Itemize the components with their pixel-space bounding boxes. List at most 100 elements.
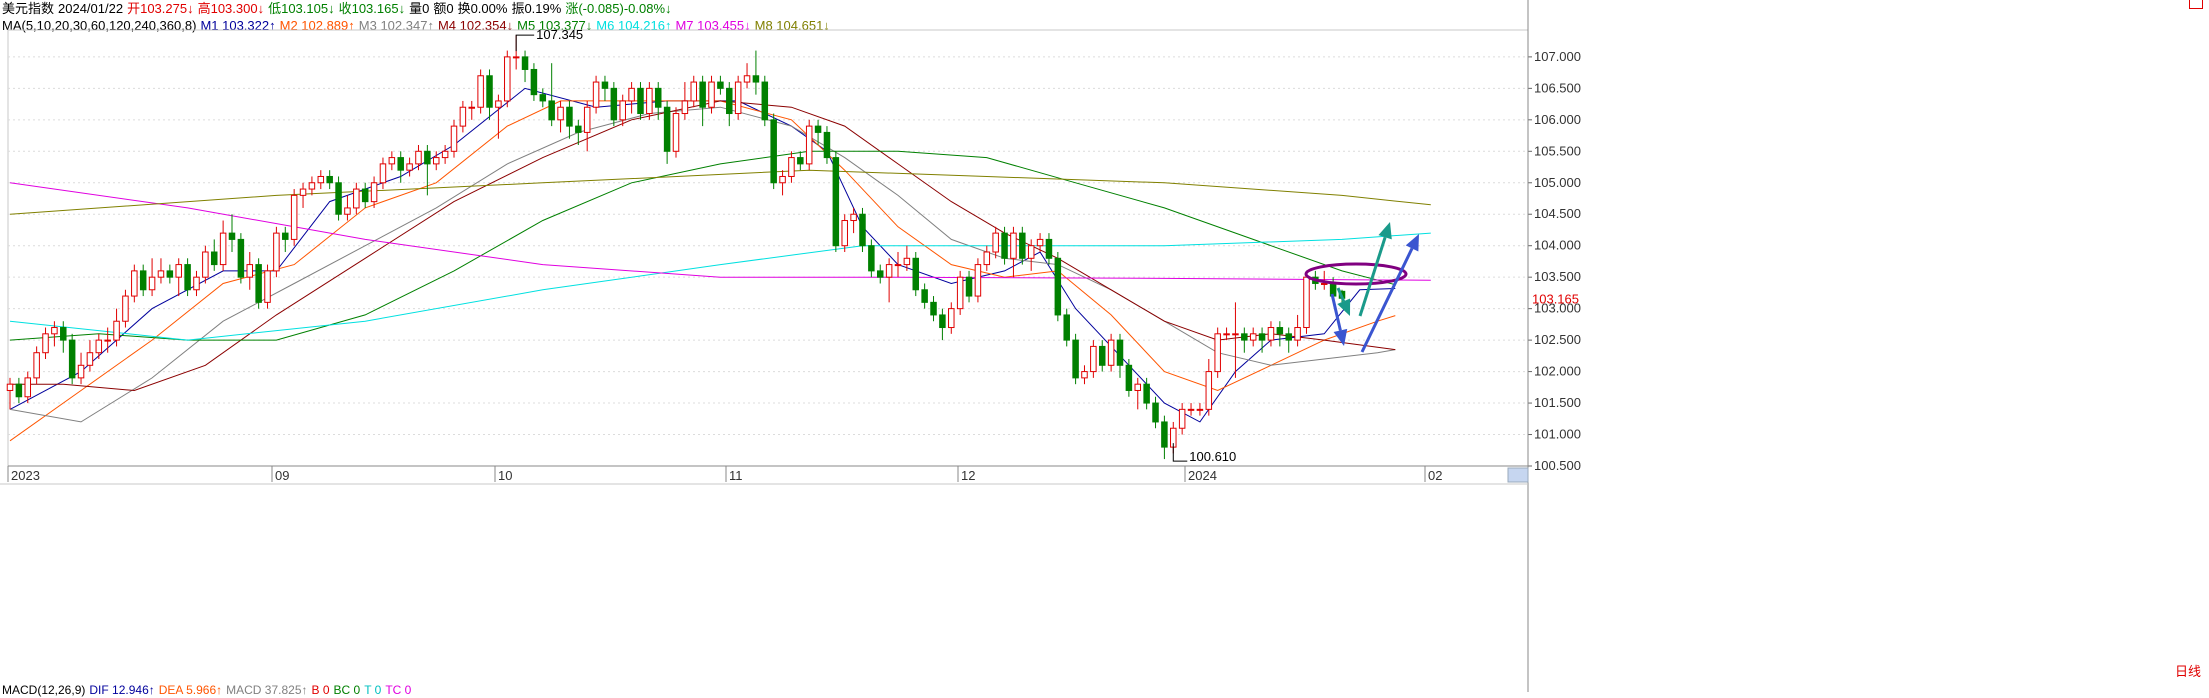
candle-body-up bbox=[264, 270, 271, 303]
candle bbox=[202, 245, 209, 284]
candle bbox=[663, 100, 671, 164]
candle-body-up bbox=[24, 377, 32, 398]
candle-body-down bbox=[326, 175, 333, 184]
candle bbox=[15, 377, 23, 404]
candle-body-down bbox=[1019, 232, 1026, 259]
ma-line-M5 bbox=[9, 150, 1396, 341]
candle-body-up bbox=[743, 75, 751, 83]
candle-body-down bbox=[832, 157, 840, 247]
candle-body-down bbox=[60, 327, 67, 341]
candle-body-down bbox=[1258, 333, 1266, 341]
candle-body-up bbox=[805, 125, 813, 165]
macd-tc: TC 0 bbox=[385, 683, 412, 697]
candle bbox=[1294, 314, 1301, 347]
candle-body-up bbox=[113, 320, 120, 341]
candle-body-down bbox=[1001, 232, 1008, 259]
candle-body-down bbox=[761, 81, 769, 121]
candle-body-up bbox=[370, 182, 378, 203]
candle bbox=[1098, 340, 1106, 372]
candle bbox=[228, 214, 236, 252]
candle bbox=[637, 82, 644, 120]
candle bbox=[530, 63, 538, 101]
candle-body-down bbox=[921, 289, 928, 303]
candle-body-up bbox=[1027, 245, 1035, 259]
candle bbox=[1178, 403, 1186, 435]
candle-body-up bbox=[477, 75, 484, 108]
candle-body-up bbox=[850, 213, 857, 222]
candle-body-down bbox=[424, 150, 431, 165]
candle bbox=[557, 100, 564, 133]
candle bbox=[974, 258, 982, 303]
candle bbox=[60, 321, 67, 353]
candle bbox=[290, 189, 298, 246]
macd-t: T 0 bbox=[364, 683, 382, 697]
candle bbox=[1134, 377, 1142, 410]
candle-body-down bbox=[1161, 421, 1168, 448]
candle-body-down bbox=[797, 157, 804, 165]
candle-body-down bbox=[930, 301, 937, 316]
x-tick-label: 09 bbox=[275, 468, 289, 483]
ma-line-M8 bbox=[9, 169, 1431, 215]
candle-body-up bbox=[1223, 333, 1230, 336]
high-marker bbox=[515, 34, 535, 52]
candle-body-up bbox=[894, 264, 902, 267]
macd-legend: MACD(12,26,9) DIF 12.946↑ DEA 5.966↑ MACD 3… bbox=[2, 682, 415, 698]
candle bbox=[876, 264, 884, 284]
candle bbox=[1258, 327, 1266, 353]
candle-body-down bbox=[1285, 333, 1292, 341]
candle bbox=[566, 100, 573, 139]
y-tick-label: 103.500 bbox=[1534, 269, 1581, 284]
scroll-thumb bbox=[1507, 467, 1529, 483]
candle bbox=[131, 264, 138, 303]
candle-body-down bbox=[15, 383, 23, 398]
candle-body-up bbox=[219, 232, 227, 266]
candle-body-down bbox=[699, 81, 706, 108]
candle bbox=[415, 145, 422, 171]
candle-body-up bbox=[317, 175, 325, 184]
candle-body-down bbox=[237, 238, 245, 278]
candle bbox=[24, 371, 32, 404]
candle bbox=[33, 346, 40, 385]
candle bbox=[450, 119, 458, 158]
candle bbox=[948, 302, 955, 334]
candle bbox=[77, 352, 85, 385]
candle-body-up bbox=[1081, 371, 1088, 379]
arrow-blue-down-shaft bbox=[1330, 293, 1342, 331]
candle bbox=[672, 107, 680, 158]
candle-body-down bbox=[539, 94, 547, 102]
candle-body-up bbox=[1107, 339, 1115, 366]
candle-body-up bbox=[388, 157, 396, 165]
candle-body-up bbox=[592, 81, 600, 108]
candle-body-down bbox=[610, 87, 618, 121]
candle bbox=[583, 100, 591, 152]
high-annotation: 107.345 bbox=[536, 27, 583, 42]
candle bbox=[370, 176, 378, 208]
candle-body-down bbox=[521, 56, 529, 70]
ma-line-M4 bbox=[10, 100, 1396, 392]
x-tick-label: 11 bbox=[729, 468, 743, 483]
candle-body-down bbox=[1063, 314, 1070, 341]
candle-body-down bbox=[637, 87, 644, 115]
candle-body-down bbox=[255, 264, 262, 303]
candle-body-down bbox=[1152, 402, 1159, 423]
candle-body-up bbox=[148, 276, 156, 291]
candle bbox=[1276, 321, 1284, 347]
candle-body-up bbox=[1303, 276, 1310, 329]
y-tick-label: 100.500 bbox=[1534, 458, 1581, 473]
candle-body-up bbox=[672, 113, 680, 152]
candle-body-up bbox=[441, 150, 449, 159]
period-daily-button[interactable]: 日线 bbox=[2175, 661, 2201, 680]
y-tick-label: 105.500 bbox=[1534, 143, 1581, 158]
candle bbox=[335, 176, 342, 221]
price-chart[interactable]: 107.000 106.500 106.000 105.500 105.000 104.5… bbox=[0, 0, 2209, 692]
candle bbox=[1249, 327, 1257, 347]
candle bbox=[1161, 415, 1168, 460]
candle-body-down bbox=[717, 81, 724, 89]
candle bbox=[965, 270, 973, 303]
candle-body-down bbox=[530, 68, 538, 96]
candle-body-up bbox=[77, 364, 85, 379]
candle bbox=[761, 75, 769, 127]
candle bbox=[299, 182, 307, 208]
macd-dea: DEA 5.966↑ bbox=[158, 683, 223, 697]
candle-body-up bbox=[379, 163, 387, 184]
